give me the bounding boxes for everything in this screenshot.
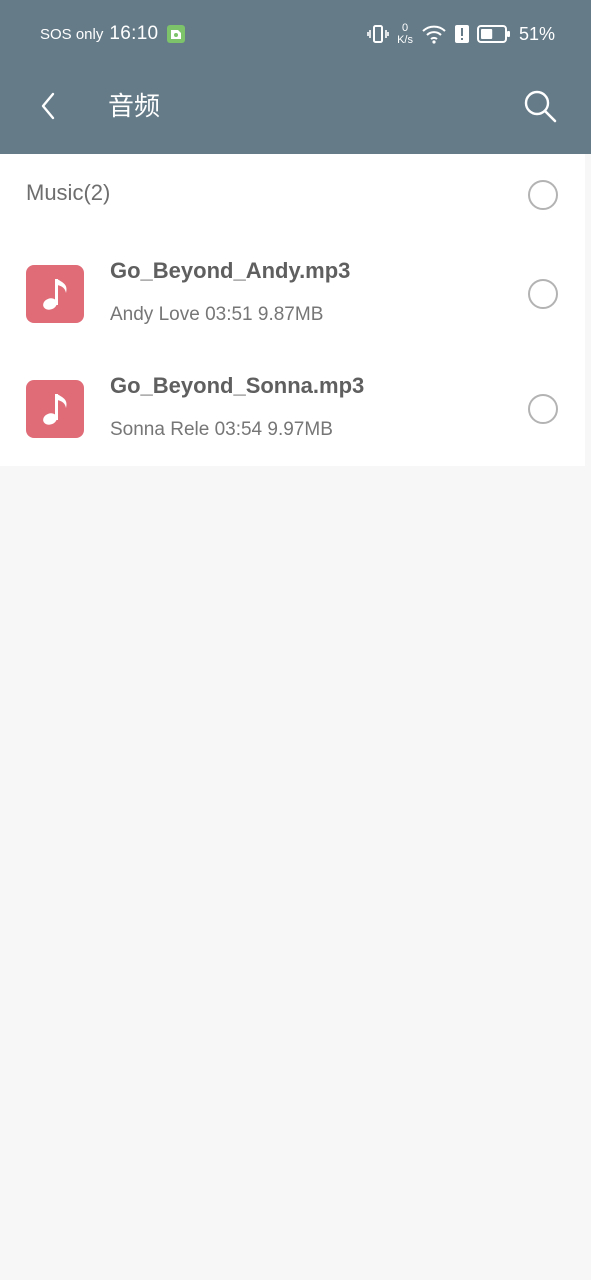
group-header-music[interactable]: Music(2) bbox=[0, 154, 585, 236]
wifi-icon bbox=[422, 25, 446, 44]
music-note-icon bbox=[26, 380, 84, 438]
select-radio[interactable] bbox=[528, 394, 558, 424]
app-notification-icon bbox=[167, 25, 186, 43]
file-meta: Sonna Rele 03:54 9.97MB bbox=[110, 419, 333, 440]
alert-icon bbox=[454, 25, 469, 43]
select-all-radio[interactable] bbox=[528, 180, 558, 210]
back-button[interactable] bbox=[30, 86, 66, 126]
group-title: Music(2) bbox=[26, 180, 111, 205]
search-icon bbox=[524, 90, 557, 123]
battery-level-fill bbox=[480, 29, 493, 39]
status-bar: SOS only 16:10 0 K/s 51% bbox=[0, 0, 591, 66]
status-bar-right: 0 K/s 51% bbox=[367, 20, 555, 48]
file-list: Music(2) Go_Beyond_Andy.mp3 Andy Love 03… bbox=[0, 154, 585, 466]
file-meta: Andy Love 03:51 9.87MB bbox=[110, 304, 324, 325]
vibrate-icon bbox=[367, 25, 389, 43]
chevron-left-icon bbox=[41, 92, 55, 120]
battery-percent: 51% bbox=[518, 23, 555, 44]
list-item[interactable]: Go_Beyond_Andy.mp3 Andy Love 03:51 9.87M… bbox=[0, 236, 585, 350]
list-item[interactable]: Go_Beyond_Sonna.mp3 Sonna Rele 03:54 9.9… bbox=[0, 351, 585, 465]
network-speed-value: 0 bbox=[401, 22, 409, 34]
sos-only-text: SOS only bbox=[40, 25, 104, 43]
file-name: Go_Beyond_Andy.mp3 bbox=[110, 258, 351, 283]
network-speed-unit: K/s bbox=[397, 34, 413, 46]
select-radio[interactable] bbox=[528, 279, 558, 309]
clock: 16:10 bbox=[109, 23, 159, 44]
file-name: Go_Beyond_Sonna.mp3 bbox=[110, 373, 365, 398]
search-button[interactable] bbox=[518, 84, 562, 128]
network-speed: 0 K/s bbox=[397, 22, 413, 46]
music-note-icon bbox=[26, 265, 84, 323]
battery-icon bbox=[476, 25, 510, 43]
page-title: 音频 bbox=[108, 91, 161, 121]
toolbar: 音频 bbox=[0, 66, 591, 154]
app-header: SOS only 16:10 0 K/s 51% 音频 bbox=[0, 0, 591, 154]
status-bar-left: SOS only 16:10 bbox=[40, 22, 186, 46]
